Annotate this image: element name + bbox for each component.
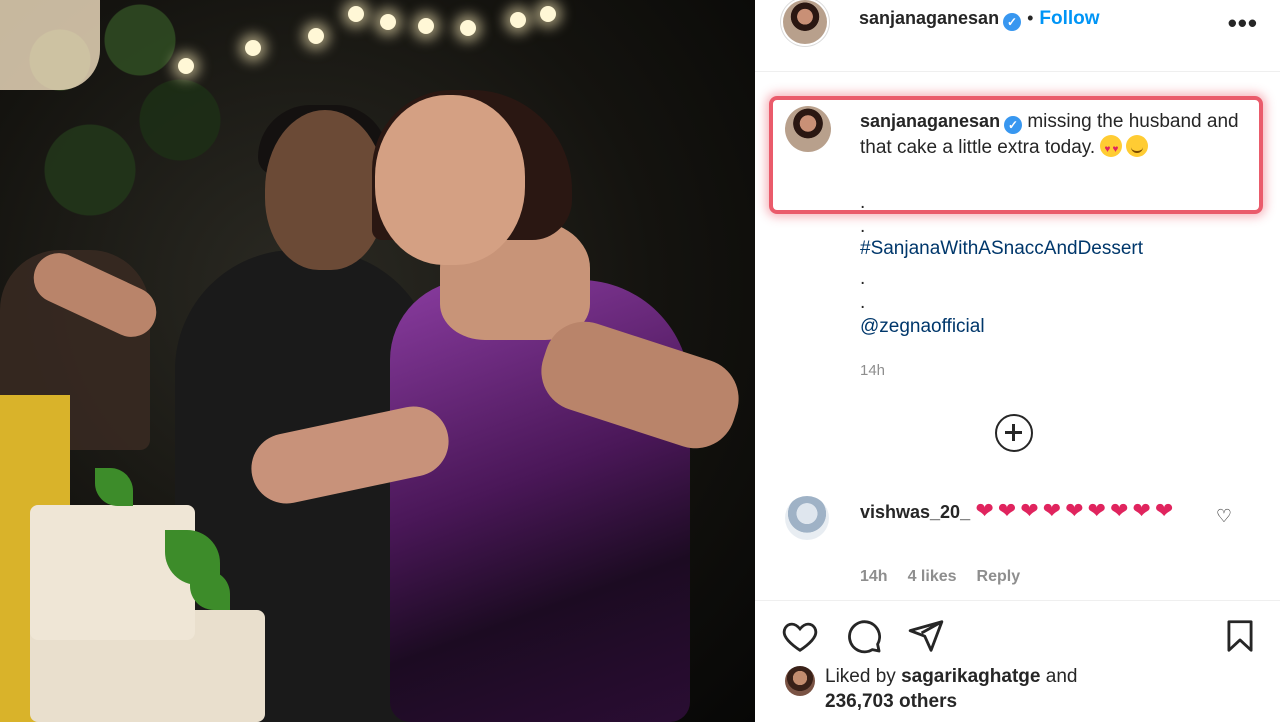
post-side-panel: sanjanaganesan ✓ • Follow ••• sanjanaganesa… [755, 0, 1280, 722]
woman-face [375, 95, 525, 265]
string-light [418, 18, 434, 34]
string-light [380, 14, 396, 30]
string-light [348, 6, 364, 22]
cake-top-tier [30, 505, 195, 640]
string-light [540, 6, 556, 22]
heart-eyes-emoji-icon [1100, 135, 1123, 163]
caption-dot: . [860, 216, 866, 237]
verified-badge-icon: ✓ [1003, 13, 1022, 31]
caption-author-username[interactable]: sanjanaganesan [860, 111, 1000, 131]
string-light [178, 58, 194, 74]
caption-timestamp[interactable]: 14h [860, 362, 885, 379]
author-username[interactable]: sanjanaganesan [859, 8, 999, 28]
verified-badge-icon: ✓ [1004, 116, 1023, 134]
liker-username[interactable]: sagarikaghatge [901, 666, 1040, 687]
follow-button[interactable]: Follow [1039, 8, 1099, 29]
header-separator: • [1027, 8, 1034, 28]
author-line: sanjanaganesan ✓ • Follow [859, 8, 1100, 31]
comment: vishwas_20_ ❤❤❤❤❤❤❤❤❤ [860, 498, 1190, 526]
likes-summary: Liked by sagarikaghatge and 236,703 othe… [825, 664, 1077, 714]
comment-bubble-icon[interactable] [845, 617, 883, 655]
hashtag-link[interactable]: #SanjanaWithASnaccAndDessert [860, 238, 1143, 260]
smile-emoji-icon [1126, 135, 1149, 157]
string-light [460, 20, 476, 36]
caption-dot: . [860, 192, 866, 213]
save-bookmark-icon[interactable] [1221, 617, 1259, 655]
caption: sanjanaganesan ✓ missing the husband and … [860, 108, 1240, 163]
load-more-comments-icon[interactable] [995, 414, 1033, 452]
comment-text: ❤❤❤❤❤❤❤❤❤ [975, 498, 1178, 523]
comment-timestamp[interactable]: 14h [860, 568, 888, 585]
caption-dot: . [860, 268, 866, 289]
likes-others-count[interactable]: 236,703 others [825, 691, 957, 712]
author-avatar[interactable] [783, 0, 827, 44]
comment-likes-count[interactable]: 4 likes [908, 568, 957, 585]
comment-reply-button[interactable]: Reply [977, 568, 1021, 585]
string-light [245, 40, 261, 56]
liked-by-label: Liked by [825, 666, 896, 687]
more-options-icon[interactable]: ••• [1228, 8, 1258, 39]
caption-dot: . [860, 292, 866, 313]
liker-avatar[interactable] [785, 666, 815, 696]
string-light [308, 28, 324, 44]
mention-link[interactable]: @zegnaofficial [860, 316, 985, 338]
caption-author-avatar[interactable] [785, 106, 831, 152]
comment-meta: 14h 4 likes Reply [860, 568, 1040, 586]
canopy-decoration [0, 0, 100, 90]
post-photo[interactable] [0, 0, 755, 722]
man-face [265, 110, 385, 270]
cake-leaf [95, 468, 133, 506]
share-send-icon[interactable] [907, 617, 945, 655]
comment-like-heart-icon[interactable]: ♡ [1216, 506, 1232, 527]
likes-and-label: and [1045, 666, 1078, 687]
commenter-avatar[interactable] [785, 496, 829, 540]
string-light [510, 12, 526, 28]
commenter-username[interactable]: vishwas_20_ [860, 502, 970, 522]
post-header: sanjanaganesan ✓ • Follow ••• [755, 0, 1280, 72]
like-heart-icon[interactable] [781, 617, 819, 655]
